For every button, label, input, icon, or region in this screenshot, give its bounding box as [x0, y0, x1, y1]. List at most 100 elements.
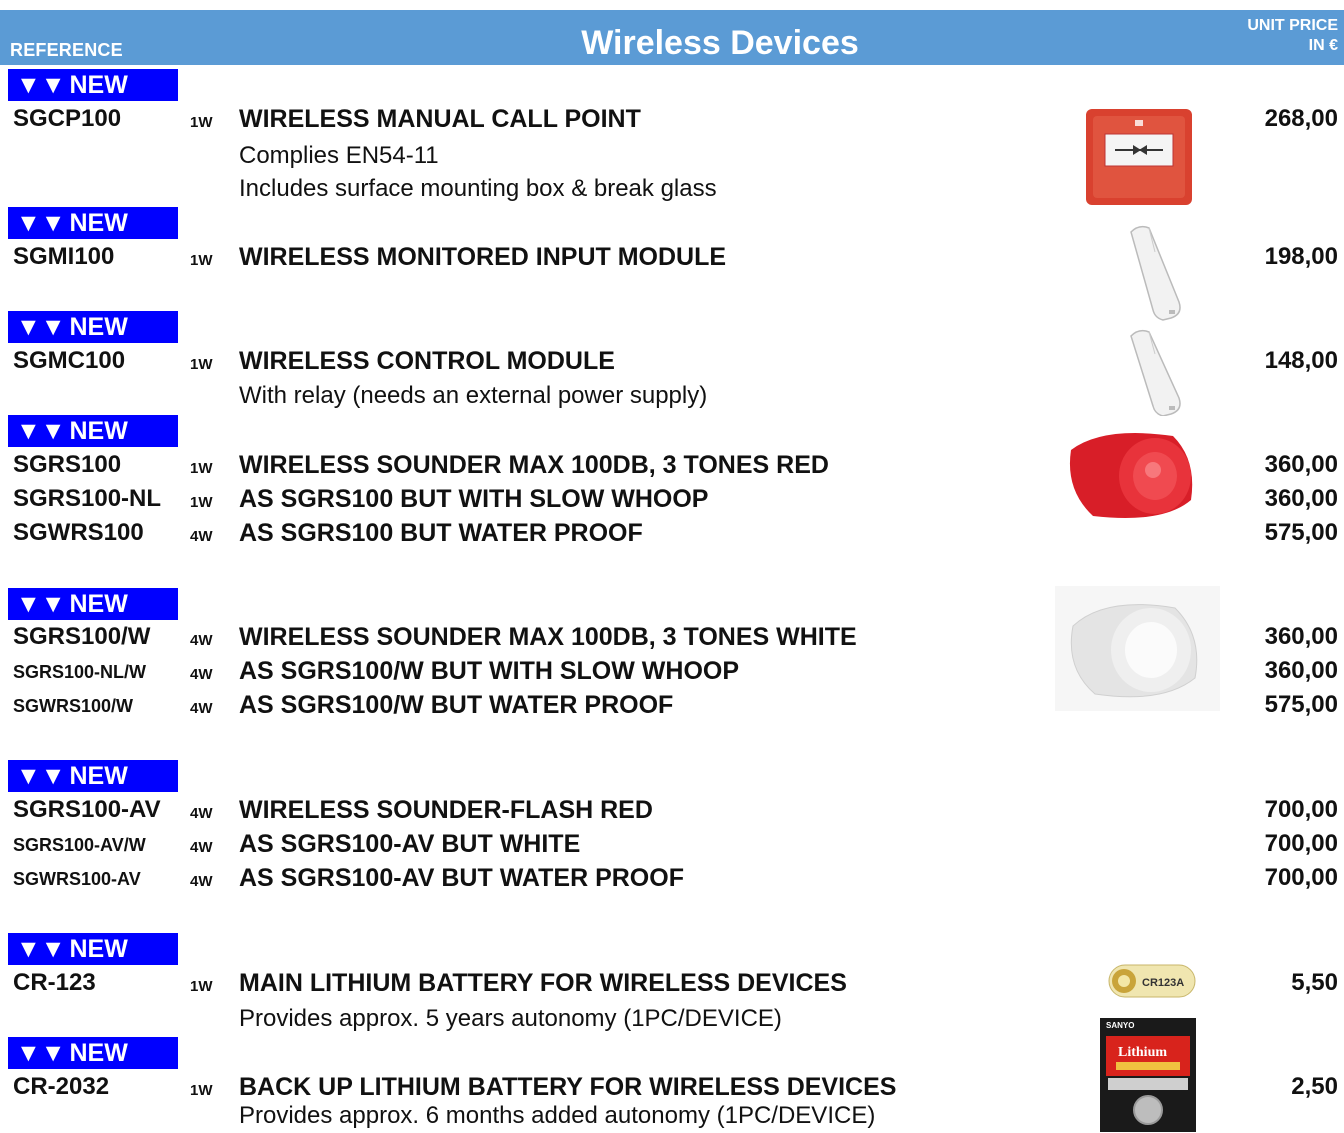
- product-row: SGRS100-AV 4W WIRELESS SOUNDER-FLASH RED…: [0, 794, 1344, 828]
- cr123-battery-image: CR123A: [1108, 964, 1196, 998]
- down-arrows-icon: ▼▼: [16, 71, 66, 99]
- new-badge-text: NEW: [69, 313, 128, 341]
- product-reference: SGRS100-AV: [13, 796, 161, 823]
- new-badge-text: NEW: [69, 417, 128, 445]
- product-description: AS SGRS100 BUT WITH SLOW WHOOP: [239, 485, 709, 513]
- down-arrows-icon: ▼▼: [16, 935, 66, 963]
- product-quantity: 1W: [190, 252, 213, 269]
- down-arrows-icon: ▼▼: [16, 590, 66, 618]
- new-badge-text: NEW: [69, 935, 128, 963]
- product-note: Provides approx. 5 years autonomy (1PC/D…: [239, 1005, 782, 1032]
- product-quantity: 1W: [190, 494, 213, 511]
- product-reference: SGRS100: [13, 451, 122, 478]
- product-price: 700,00: [1264, 864, 1338, 891]
- product-row: SGWRS100-AV 4W AS SGRS100-AV BUT WATER P…: [0, 862, 1344, 896]
- product-price: 700,00: [1264, 830, 1338, 857]
- product-price: 5,50: [1291, 969, 1338, 996]
- unit-price-label-line1: UNIT PRICE: [1247, 17, 1338, 34]
- product-price: 360,00: [1264, 485, 1338, 512]
- unit-price-label-line2: IN €: [1308, 37, 1338, 54]
- unit-price-column-label: UNIT PRICE IN €: [1247, 16, 1338, 56]
- down-arrows-icon: ▼▼: [16, 762, 66, 790]
- product-description: AS SGRS100 BUT WATER PROOF: [239, 519, 643, 547]
- product-price: 268,00: [1264, 105, 1338, 132]
- white-sounder-image: [1055, 586, 1220, 711]
- product-reference: SGWRS100: [13, 519, 144, 546]
- product-description: AS SGRS100/W BUT WITH SLOW WHOOP: [239, 657, 740, 685]
- call-point-image: [1086, 109, 1192, 205]
- product-quantity: 4W: [190, 666, 213, 683]
- page-title: Wireless Devices: [581, 24, 859, 62]
- new-badge-text: NEW: [69, 762, 128, 790]
- product-note: Complies EN54-11: [239, 142, 439, 169]
- new-badge: ▼▼ NEW: [8, 311, 178, 343]
- product-reference: SGRS100-NL/W: [13, 662, 147, 682]
- product-description: WIRELESS MANUAL CALL POINT: [239, 105, 641, 133]
- down-arrows-icon: ▼▼: [16, 209, 66, 237]
- product-description: WIRELESS SOUNDER MAX 100DB, 3 TONES WHIT…: [239, 623, 857, 651]
- input-module-image: [1130, 225, 1181, 321]
- product-quantity: 4W: [190, 805, 213, 822]
- product-description: WIRELESS CONTROL MODULE: [239, 347, 615, 375]
- product-description: AS SGRS100-AV BUT WATER PROOF: [239, 864, 684, 892]
- product-quantity: 1W: [190, 356, 213, 373]
- new-badge: ▼▼ NEW: [8, 207, 178, 239]
- product-price: 360,00: [1264, 623, 1338, 650]
- svg-text:CR123A: CR123A: [1142, 977, 1184, 989]
- product-description: MAIN LITHIUM BATTERY FOR WIRELESS DEVICE…: [239, 969, 847, 997]
- product-reference: SGRS100-NL: [13, 485, 162, 512]
- new-badge-text: NEW: [69, 71, 128, 99]
- product-quantity: 1W: [190, 460, 213, 477]
- product-quantity: 1W: [190, 978, 213, 995]
- product-row: SGRS100-AV/W 4W AS SGRS100-AV BUT WHITE …: [0, 828, 1344, 862]
- product-reference: SGRS100/W: [13, 623, 151, 650]
- new-badge: ▼▼ NEW: [8, 1037, 178, 1069]
- product-reference: SGMC100: [13, 347, 126, 374]
- product-description: WIRELESS SOUNDER-FLASH RED: [239, 796, 653, 824]
- product-note: Provides approx. 6 months added autonomy…: [239, 1102, 876, 1129]
- product-quantity: 4W: [190, 839, 213, 856]
- product-price: 360,00: [1264, 451, 1338, 478]
- new-badge-text: NEW: [69, 1039, 128, 1067]
- product-description: AS SGRS100-AV BUT WHITE: [239, 830, 581, 858]
- product-price: 575,00: [1264, 519, 1338, 546]
- product-price: 360,00: [1264, 657, 1338, 684]
- product-quantity: 1W: [190, 114, 213, 131]
- product-price: 575,00: [1264, 691, 1338, 718]
- red-sounder-image: [1069, 433, 1193, 518]
- product-reference: CR-123: [13, 969, 96, 996]
- product-note: Includes surface mounting box & break gl…: [239, 175, 717, 202]
- svg-text:Lithium: Lithium: [1118, 1045, 1167, 1060]
- product-reference: SGWRS100-AV: [13, 869, 141, 889]
- new-badge: ▼▼ NEW: [8, 69, 178, 101]
- product-price: 148,00: [1264, 347, 1338, 374]
- product-price: 700,00: [1264, 796, 1338, 823]
- product-reference: SGCP100: [13, 105, 122, 132]
- svg-text:SANYO: SANYO: [1106, 1021, 1134, 1030]
- product-description: AS SGRS100/W BUT WATER PROOF: [239, 691, 674, 719]
- product-quantity: 4W: [190, 873, 213, 890]
- control-module-image: [1130, 329, 1181, 416]
- new-badge-text: NEW: [69, 590, 128, 618]
- product-description: WIRELESS MONITORED INPUT MODULE: [239, 243, 727, 271]
- product-reference: SGRS100-AV/W: [13, 835, 146, 855]
- product-reference: SGMI100: [13, 243, 115, 270]
- product-description: BACK UP LITHIUM BATTERY FOR WIRELESS DEV…: [239, 1073, 897, 1101]
- product-price: 2,50: [1291, 1073, 1338, 1100]
- header-bar: REFERENCE Wireless Devices UNIT PRICE IN…: [0, 10, 1344, 65]
- new-badge: ▼▼ NEW: [8, 415, 178, 447]
- new-badge: ▼▼ NEW: [8, 588, 178, 620]
- product-reference: CR-2032: [13, 1073, 110, 1100]
- new-badge: ▼▼ NEW: [8, 933, 178, 965]
- new-badge: ▼▼ NEW: [8, 760, 178, 792]
- down-arrows-icon: ▼▼: [16, 1039, 66, 1067]
- product-row: SGWRS100 4W AS SGRS100 BUT WATER PROOF 5…: [0, 517, 1344, 551]
- down-arrows-icon: ▼▼: [16, 417, 66, 445]
- product-note: With relay (needs an external power supp…: [239, 382, 708, 409]
- down-arrows-icon: ▼▼: [16, 313, 66, 341]
- product-quantity: 4W: [190, 632, 213, 649]
- product-quantity: 1W: [190, 1082, 213, 1099]
- product-price: 198,00: [1264, 243, 1338, 270]
- product-reference: SGWRS100/W: [13, 696, 134, 716]
- cr2032-battery-image: SANYO Lithium: [1100, 1018, 1196, 1132]
